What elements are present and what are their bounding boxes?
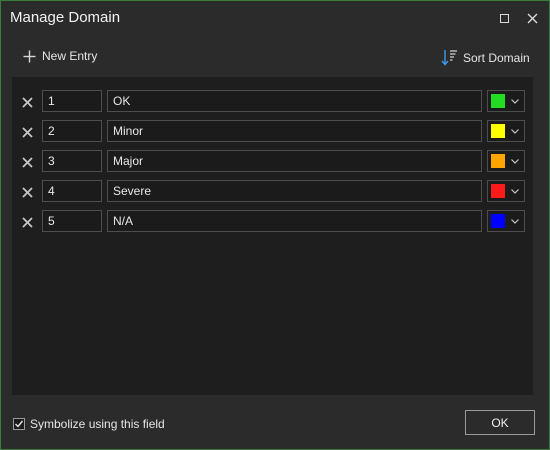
close-button[interactable]	[521, 7, 543, 29]
plus-icon	[23, 50, 36, 62]
domain-entry-row: 3 Major	[12, 150, 533, 174]
domain-entry-row: 1 OK	[12, 90, 533, 114]
code-input[interactable]: 1	[42, 90, 102, 112]
delete-entry-button[interactable]	[20, 182, 34, 202]
code-input[interactable]: 2	[42, 120, 102, 142]
delete-icon	[21, 186, 33, 198]
domain-entries-panel: 1 OK 2 Minor 3 Major 4 Severe 5 N/A	[12, 77, 533, 395]
delete-icon	[21, 126, 33, 138]
chevron-down-icon	[511, 189, 519, 194]
color-swatch	[491, 184, 505, 198]
description-input[interactable]: Major	[107, 150, 482, 172]
code-input[interactable]: 4	[42, 180, 102, 202]
code-input[interactable]: 3	[42, 150, 102, 172]
manage-domain-dialog: Manage Domain New Entry Sort Domain 1 OK…	[0, 0, 550, 450]
description-input[interactable]: OK	[107, 90, 482, 112]
delete-entry-button[interactable]	[20, 152, 34, 172]
maximize-icon	[499, 13, 509, 23]
description-input[interactable]: Minor	[107, 120, 482, 142]
description-input[interactable]: N/A	[107, 210, 482, 232]
maximize-button[interactable]	[493, 7, 515, 29]
color-picker[interactable]	[487, 180, 525, 202]
delete-entry-button[interactable]	[20, 212, 34, 232]
color-swatch	[491, 154, 505, 168]
delete-icon	[21, 156, 33, 168]
sort-domain-button[interactable]: Sort Domain	[441, 49, 530, 66]
ok-button[interactable]: OK	[465, 410, 535, 435]
color-swatch	[491, 214, 505, 228]
checkbox-box	[13, 418, 25, 430]
color-picker[interactable]	[487, 210, 525, 232]
delete-entry-button[interactable]	[20, 92, 34, 112]
toolbar: New Entry Sort Domain	[1, 41, 549, 75]
title-bar: Manage Domain	[1, 1, 549, 35]
color-swatch	[491, 124, 505, 138]
delete-entry-button[interactable]	[20, 122, 34, 142]
domain-entry-row: 5 N/A	[12, 210, 533, 234]
new-entry-button[interactable]: New Entry	[23, 49, 97, 63]
chevron-down-icon	[511, 129, 519, 134]
color-picker[interactable]	[487, 90, 525, 112]
chevron-down-icon	[511, 159, 519, 164]
delete-icon	[21, 216, 33, 228]
color-picker[interactable]	[487, 120, 525, 142]
dialog-title: Manage Domain	[10, 9, 121, 26]
symbolize-checkbox[interactable]: Symbolize using this field	[13, 417, 165, 431]
symbolize-label: Symbolize using this field	[30, 417, 165, 431]
description-input[interactable]: Severe	[107, 180, 482, 202]
chevron-down-icon	[511, 219, 519, 224]
checkmark-icon	[15, 420, 24, 428]
close-icon	[527, 13, 537, 23]
chevron-down-icon	[511, 99, 519, 104]
sort-domain-label: Sort Domain	[463, 50, 530, 65]
domain-entry-row: 4 Severe	[12, 180, 533, 204]
color-picker[interactable]	[487, 150, 525, 172]
color-swatch	[491, 94, 505, 108]
code-input[interactable]: 5	[42, 210, 102, 232]
new-entry-label: New Entry	[42, 49, 98, 63]
sort-descending-icon	[441, 49, 458, 66]
delete-icon	[21, 96, 33, 108]
domain-entry-row: 2 Minor	[12, 120, 533, 144]
